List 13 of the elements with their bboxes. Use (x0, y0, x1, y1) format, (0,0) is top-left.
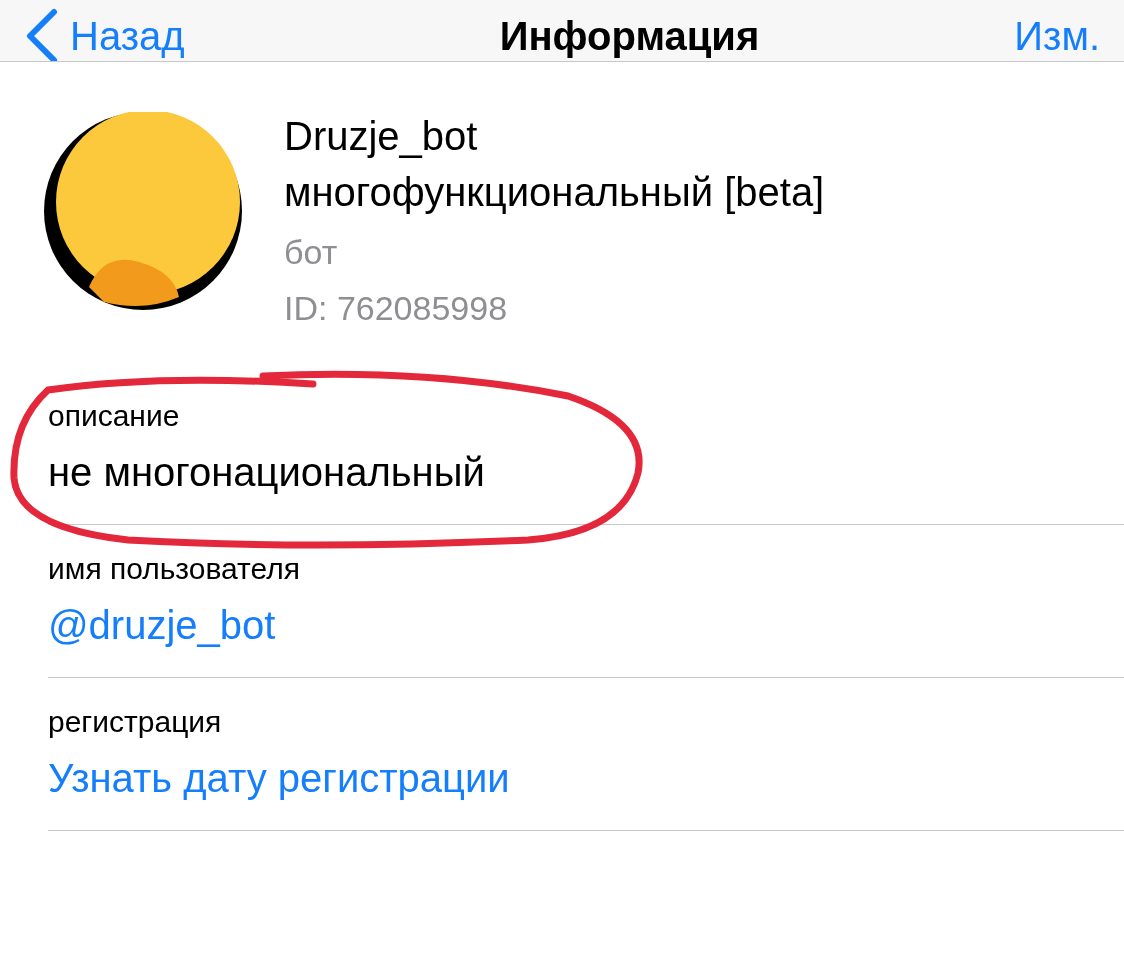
back-button[interactable]: Назад (24, 6, 185, 61)
account-type: бот (284, 232, 339, 272)
field-label: имя пользователя (48, 551, 301, 587)
field-label: описание (48, 398, 181, 434)
field-label: регистрация (48, 704, 223, 740)
edit-button[interactable]: Изм. (1014, 13, 1100, 59)
field-link[interactable]: Узнать дату регистрации (48, 754, 510, 802)
bot-id: ID: 762085998 (284, 288, 509, 328)
bot-name: Druzje_bot многофункциональный [beta] (284, 113, 826, 216)
field-value: не многонациональный (48, 449, 486, 496)
back-icon (24, 6, 60, 61)
field-link[interactable]: @druzje_bot (48, 601, 276, 649)
screen-title: Информация (499, 13, 760, 59)
